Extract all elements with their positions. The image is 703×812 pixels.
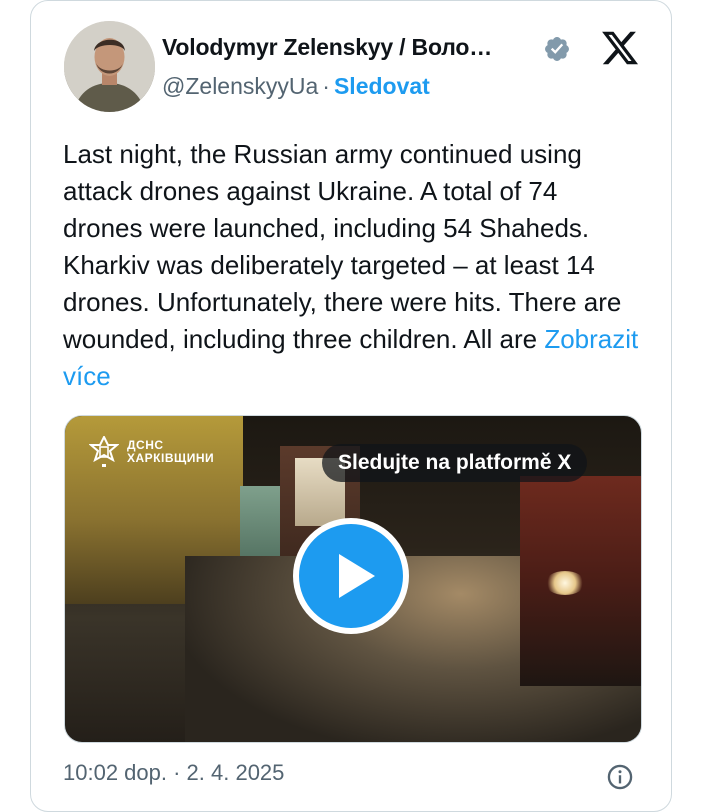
author-display-name[interactable]: Volodymyr Zelenskyy / Воло… [162,34,492,61]
play-icon[interactable] [289,514,413,638]
author-meta-row: @ZelenskyyUa · Sledovat [162,73,430,100]
follow-button[interactable]: Sledovat [334,73,430,99]
verified-badge-icon [545,37,569,61]
dsns-watermark: ДСНС ХАРКІВЩИНИ [89,436,214,468]
scene-headlight [545,571,585,595]
info-icon[interactable] [606,763,634,791]
video-media[interactable]: ДСНС ХАРКІВЩИНИ Sledujte na platformě X [64,415,642,743]
watermark-line2: ХАРКІВЩИНИ [127,451,215,465]
x-logo-icon[interactable] [599,28,641,68]
watch-on-x-button[interactable]: Sledujte na platformě X [322,444,588,482]
post-text: Last night, the Russian army continued u… [63,136,643,395]
meta-separator: · [322,73,330,99]
author-handle[interactable]: @ZelenskyyUa [162,73,318,99]
post-timestamp[interactable]: 10:02 dop. · 2. 4. 2025 [63,760,284,786]
avatar[interactable] [64,21,155,112]
embedded-post-card[interactable]: Volodymyr Zelenskyy / Воло… @ZelenskyyUa… [30,0,672,812]
post-body: Last night, the Russian army continued u… [63,139,622,354]
dsns-emblem-icon [89,436,119,467]
